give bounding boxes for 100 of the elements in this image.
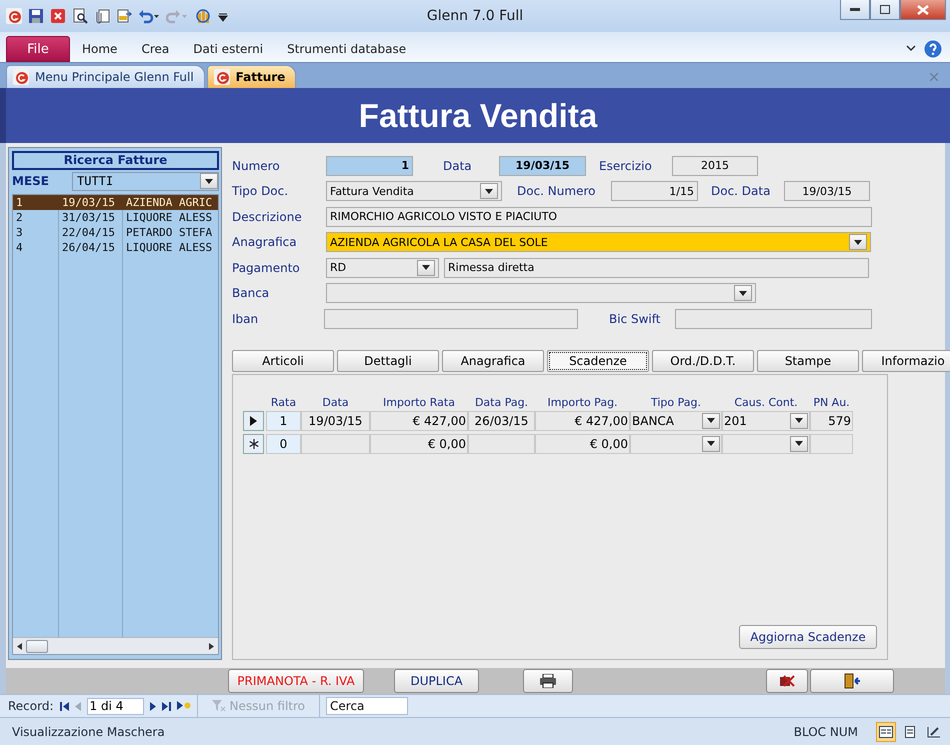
record-label: Record: (8, 699, 54, 713)
update-schedule-button[interactable]: Aggiorna Scadenze (739, 625, 877, 649)
view-button[interactable] (876, 722, 896, 742)
caret-icon (485, 188, 493, 194)
help-icon[interactable] (924, 40, 942, 58)
last-record-button[interactable] (162, 702, 171, 710)
text-field[interactable]: 1/15 (611, 181, 698, 202)
scroll-thumb[interactable] (26, 640, 48, 652)
invoice-row[interactable]: 1 19/03/15 AZIENDA AGRIC (13, 195, 218, 210)
printer-icon (539, 674, 557, 688)
search-field[interactable]: Cerca (326, 697, 408, 715)
horizontal-scrollbar[interactable] (13, 637, 218, 654)
attachment-icon[interactable] (94, 8, 110, 24)
new-record-button[interactable] (176, 701, 191, 711)
ribbon-tab[interactable]: Dati esterni (181, 36, 276, 62)
field-label: Tipo Doc. (232, 184, 290, 198)
caret-icon (795, 418, 803, 423)
ribbon-tab[interactable]: Home (70, 36, 130, 62)
record-position-field[interactable]: 1 di 4 (86, 698, 144, 714)
filter-label: MESE (12, 174, 50, 188)
dropdown-field[interactable]: RD (326, 258, 439, 278)
dropdown-field[interactable]: AZIENDA AGRICOLA LA CASA DEL SOLE (326, 232, 871, 252)
design-view-icon (927, 726, 941, 738)
action-button[interactable]: PRIMANOTA - R. IVA (228, 669, 364, 693)
first-record-button[interactable] (60, 702, 69, 710)
field-label: Descrizione (232, 210, 303, 224)
text-field[interactable]: Rimessa diretta (444, 258, 869, 278)
table-cell: € 0,00 (535, 434, 630, 454)
column-header: Data Pag. (474, 396, 530, 408)
table-cell: 1 (266, 410, 301, 430)
scroll-left-icon[interactable] (17, 642, 22, 650)
column-header: Data (321, 396, 350, 408)
table-cell: € 427,00 (535, 410, 630, 430)
minimize-button[interactable] (840, 0, 870, 20)
status-text: Visualizzazione Maschera (12, 724, 165, 738)
dropdown-cell[interactable]: 201 (722, 410, 810, 430)
row-selector[interactable] (243, 410, 264, 430)
text-field[interactable]: RIMORCHIO AGRICOLO VISTO E PIACIUTO (326, 206, 872, 227)
export-icon[interactable] (116, 8, 132, 24)
text-field[interactable]: 19/03/15 (784, 181, 870, 202)
text-field[interactable]: 1 (326, 156, 413, 176)
page-tab[interactable]: Informazio (862, 350, 950, 372)
action-button[interactable]: DUPLICA (394, 669, 479, 693)
maximize-icon (880, 5, 890, 14)
invoice-row[interactable]: 4 26/04/15 LIQUORE ALESS (13, 240, 218, 255)
text-field[interactable] (675, 308, 872, 329)
page-tab[interactable]: Articoli (232, 350, 334, 372)
table-cell (301, 434, 370, 454)
field-label: Bic Swift (609, 312, 662, 326)
document-tab[interactable]: Menu Principale Glenn Full (6, 65, 205, 88)
text-field[interactable]: 19/03/15 (499, 156, 586, 176)
caret-icon (707, 441, 715, 446)
page-tab[interactable]: Stampe (757, 350, 859, 372)
print-button[interactable] (523, 669, 573, 693)
dropdown-field[interactable]: Fattura Vendita (326, 181, 502, 202)
page-tab[interactable]: Anagrafica (442, 350, 544, 372)
text-field[interactable]: 2015 (672, 156, 758, 176)
undo-icon[interactable] (138, 8, 160, 24)
month-dropdown[interactable]: TUTTI (72, 172, 219, 190)
dropdown-cell[interactable]: BANCA (630, 410, 722, 430)
delete-button[interactable] (766, 669, 808, 693)
close-button[interactable] (900, 0, 946, 20)
caret-icon (795, 441, 803, 446)
scroll-right-icon[interactable] (209, 642, 214, 650)
field-label: Numero (232, 158, 281, 173)
text-field[interactable] (324, 308, 578, 329)
page-tab[interactable]: Scadenze (547, 350, 649, 372)
app-logo-icon (214, 69, 230, 85)
save-icon[interactable] (28, 8, 44, 24)
dropdown-cell[interactable] (722, 434, 810, 454)
maximize-button[interactable] (870, 0, 900, 20)
dropdown-field[interactable] (326, 283, 756, 304)
print-preview-icon[interactable] (72, 8, 88, 24)
page-tab[interactable]: Dettagli (337, 350, 439, 372)
column-header: Rata (270, 396, 298, 408)
close-icon (930, 72, 938, 80)
redo-icon (166, 8, 188, 24)
caret-icon (422, 265, 430, 270)
dropdown-cell[interactable] (630, 434, 722, 454)
row-selector[interactable] (243, 434, 264, 454)
column-header: Importo Pag. (546, 396, 619, 408)
document-tab[interactable]: Fatture (206, 65, 296, 88)
invoice-row[interactable]: 2 31/03/15 LIQUORE ALESS (13, 210, 218, 225)
field-label: Iban (232, 312, 260, 326)
page-tab[interactable]: Ord./D.D.T. (652, 350, 754, 372)
exit-button[interactable] (810, 669, 894, 693)
delete-record-icon (778, 674, 796, 688)
next-record-button[interactable] (150, 702, 156, 710)
door-exit-icon (843, 673, 861, 689)
close-icon[interactable] (50, 8, 66, 24)
file-menu-button[interactable]: File (6, 36, 70, 62)
invoice-row[interactable]: 3 22/04/15 PETARDO STEFA (13, 225, 218, 240)
chevron-icon[interactable] (906, 45, 916, 53)
window-title: Glenn 7.0 Full (426, 8, 524, 24)
table-cell: 579 (810, 410, 853, 430)
caret-icon (854, 240, 862, 245)
caret-icon (707, 418, 715, 423)
ribbon-tab[interactable]: Strumenti database (275, 36, 418, 62)
field-label: Doc. Data (711, 184, 772, 198)
ribbon-tab[interactable]: Crea (129, 36, 182, 62)
